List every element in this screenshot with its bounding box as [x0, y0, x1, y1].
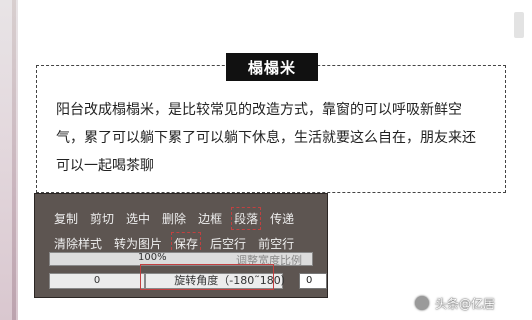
save-button[interactable]: 保存	[171, 232, 202, 255]
copy-button[interactable]: 复制	[53, 209, 79, 228]
logo-icon	[415, 296, 429, 310]
toolbar-row-2: 清除样式 转为图片 保存 后空行 前空行	[53, 232, 305, 255]
watermark: 头条@亿居	[415, 292, 495, 314]
paragraph-text: 阳台改成榻榻米，是比较常见的改造方式，靠窗的可以呼吸新鲜空气，累了可以躺下累了可…	[56, 102, 476, 174]
select-button[interactable]: 选中	[125, 209, 151, 228]
width-ratio-value: 100%	[138, 252, 167, 263]
title-badge: 榻榻米	[226, 53, 318, 81]
clear-style-button[interactable]: 清除样式	[53, 234, 103, 253]
scroll-thumb[interactable]	[514, 12, 524, 38]
toolbar-row-1: 复制 剪切 选中 删除 边框 段落 传递	[53, 207, 305, 230]
to-image-button[interactable]: 转为图片	[113, 234, 163, 253]
rotate-min-field[interactable]: 0	[49, 273, 145, 289]
pass-button[interactable]: 传递	[269, 209, 295, 228]
rotate-value-input[interactable]: 0	[299, 273, 327, 289]
rotate-highlight-box	[140, 264, 274, 290]
left-edge-strip	[0, 0, 18, 320]
paragraph-button[interactable]: 段落	[231, 207, 262, 230]
delete-button[interactable]: 删除	[161, 209, 187, 228]
add-line-before-button[interactable]: 前空行	[257, 234, 295, 253]
cut-button[interactable]: 剪切	[89, 209, 115, 228]
watermark-text: 头条@亿居	[435, 296, 496, 311]
add-line-after-button[interactable]: 后空行	[209, 234, 247, 253]
border-button[interactable]: 边框	[197, 209, 223, 228]
left-edge-accent	[12, 0, 16, 320]
